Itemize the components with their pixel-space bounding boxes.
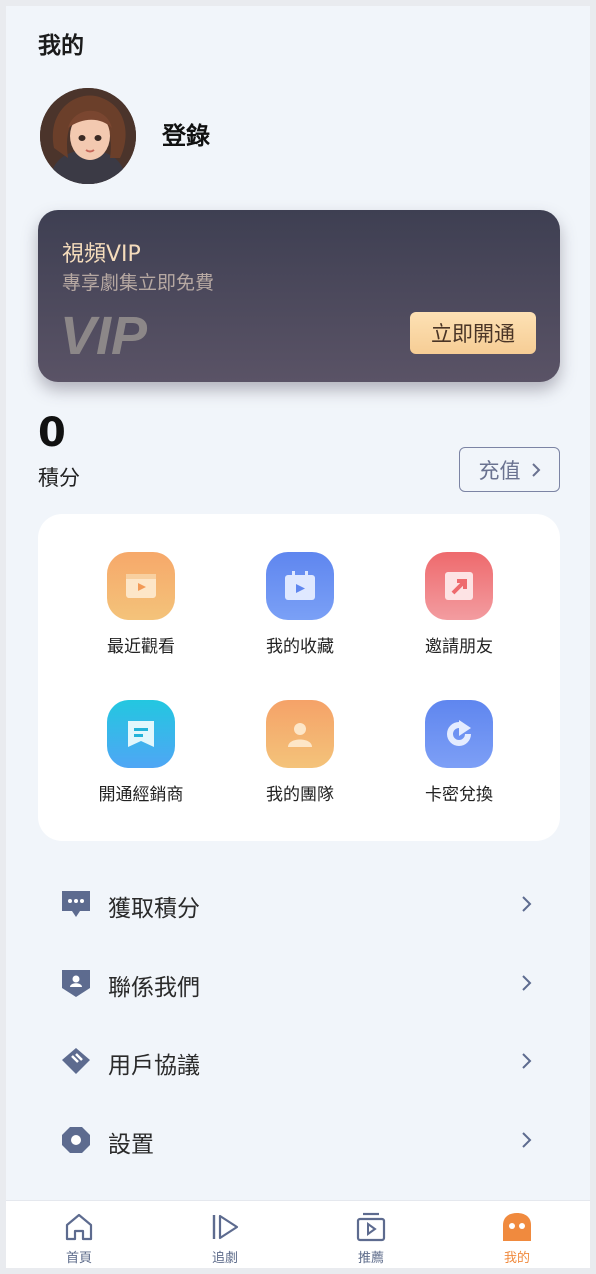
settings-icon	[62, 1127, 90, 1153]
chevron-right-icon	[522, 1132, 532, 1148]
app-screen: 我的 登錄 視頻VIP 專享劇集立即免費 VIP 立即開通 0 積分 充值 最近…	[6, 6, 590, 1268]
favorites-icon	[266, 552, 334, 620]
chevron-right-icon	[522, 1053, 532, 1069]
grid-label: 我的團隊	[266, 785, 334, 805]
grid-label: 邀請朋友	[425, 637, 493, 657]
profile-icon	[503, 1213, 531, 1241]
menu-item-get-points[interactable]: 獲取積分	[38, 872, 560, 936]
grid-label: 我的收藏	[266, 637, 334, 657]
menu-item-settings[interactable]: 設置	[38, 1108, 560, 1172]
grid-item-redeem[interactable]: 卡密兌換	[384, 700, 534, 820]
vip-card[interactable]: 視頻VIP 專享劇集立即免費 VIP 立即開通	[38, 210, 560, 382]
menu-label: 設置	[108, 1132, 154, 1158]
tab-recommend[interactable]: 推薦	[298, 1201, 444, 1268]
menu-item-contact[interactable]: 聯係我們	[38, 951, 560, 1015]
recharge-button[interactable]: 充值	[459, 447, 560, 492]
login-link[interactable]: 登錄	[162, 116, 210, 151]
svg-text:VIP: VIP	[60, 306, 148, 362]
grid-item-favorites[interactable]: 我的收藏	[225, 552, 375, 672]
team-icon	[266, 700, 334, 768]
tab-profile[interactable]: 我的	[444, 1201, 590, 1268]
tab-label: 推薦	[357, 1251, 384, 1266]
play-icon	[212, 1214, 239, 1240]
tab-label: 首頁	[65, 1251, 92, 1266]
dealer-icon	[107, 700, 175, 768]
points-label: 積分	[38, 466, 80, 490]
menu-label: 獲取積分	[108, 896, 200, 922]
agreement-icon	[62, 1048, 90, 1074]
grid-item-dealer[interactable]: 開通經銷商	[66, 700, 216, 820]
tab-follow[interactable]: 追劇	[152, 1201, 298, 1268]
vip-title: 視頻VIP	[62, 242, 141, 267]
page-title: 我的	[38, 33, 84, 59]
vip-subtitle: 專享劇集立即免費	[62, 272, 215, 294]
menu-label: 聯係我們	[108, 975, 200, 1001]
grid-label: 開通經銷商	[98, 785, 184, 805]
grid-label: 卡密兌換	[425, 785, 493, 805]
redeem-icon	[425, 700, 493, 768]
menu-item-agreement[interactable]: 用戶協議	[38, 1029, 560, 1093]
recharge-label: 充值	[478, 458, 521, 483]
vip-open-button[interactable]: 立即開通	[410, 312, 536, 354]
contact-icon	[62, 970, 90, 997]
menu-label: 用戶協議	[108, 1053, 200, 1079]
recent-watch-icon	[107, 552, 175, 620]
invite-icon	[425, 552, 493, 620]
grid-item-recent[interactable]: 最近觀看	[66, 552, 216, 672]
vip-logo-icon: VIP	[60, 306, 148, 362]
tab-label: 追劇	[211, 1251, 238, 1266]
chat-bubble-icon	[62, 891, 90, 917]
points-value: 0	[38, 410, 66, 456]
bottom-tab-bar: 首頁 追劇 推薦 我的	[6, 1200, 590, 1268]
tab-home[interactable]: 首頁	[6, 1201, 152, 1268]
chevron-right-icon	[522, 975, 532, 991]
home-icon	[65, 1213, 93, 1241]
tab-label: 我的	[503, 1251, 530, 1266]
avatar[interactable]	[40, 88, 136, 184]
feature-grid: 最近觀看 我的收藏 邀請朋友 開通經銷商 我的團隊 卡密兌換	[38, 514, 560, 841]
chevron-right-icon	[522, 896, 532, 912]
grid-label: 最近觀看	[107, 637, 175, 657]
grid-item-invite[interactable]: 邀請朋友	[384, 552, 534, 672]
recommend-icon	[356, 1212, 386, 1242]
grid-item-team[interactable]: 我的團隊	[225, 700, 375, 820]
chevron-right-icon	[531, 462, 540, 477]
